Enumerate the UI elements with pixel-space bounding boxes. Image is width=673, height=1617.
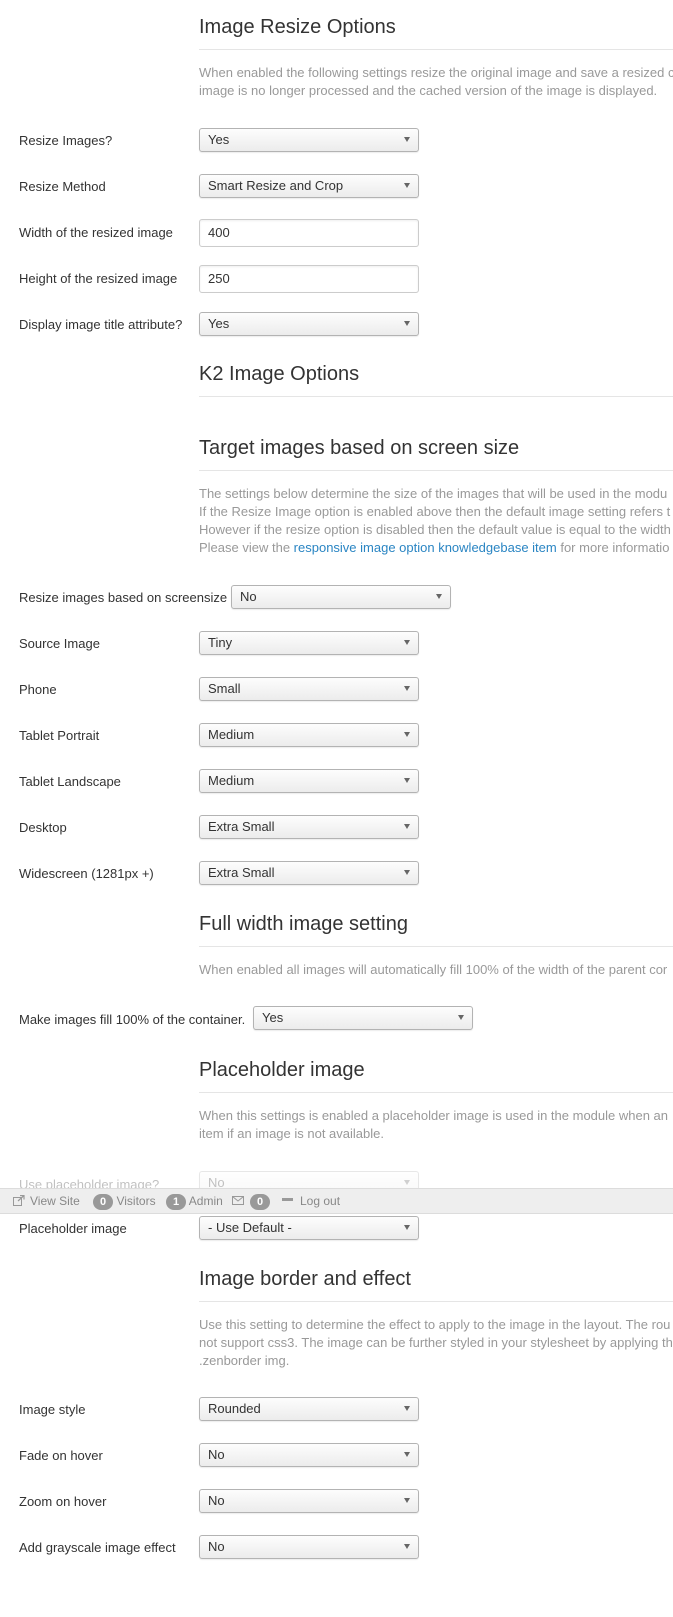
messages-indicator[interactable]: 0 [232, 1189, 271, 1213]
chevron-down-icon [404, 686, 410, 691]
tablet-portrait-select[interactable]: Medium [199, 723, 419, 747]
height-input[interactable]: 250 [199, 265, 419, 293]
section-title-border: Image border and effect [199, 1266, 673, 1302]
grayscale-label: Add grayscale image effect [19, 1540, 176, 1555]
section-title-resize: Image Resize Options [199, 14, 673, 50]
widescreen-select[interactable]: Extra Small [199, 861, 419, 885]
chevron-down-icon [404, 824, 410, 829]
chevron-down-icon [436, 594, 442, 599]
chevron-down-icon [404, 137, 410, 142]
source-image-select[interactable]: Tiny [199, 631, 419, 655]
chevron-down-icon [404, 640, 410, 645]
logout-link[interactable]: Log out [282, 1189, 340, 1213]
grayscale-select[interactable]: No [199, 1535, 419, 1559]
fill-container-select[interactable]: Yes [253, 1006, 473, 1030]
chevron-down-icon [404, 321, 410, 326]
phone-label: Phone [19, 682, 57, 697]
admin-count-badge: 1 [166, 1194, 187, 1210]
admin-indicator: 1 Admin [166, 1189, 223, 1213]
section-desc-screen: The settings below determine the size of… [199, 486, 671, 555]
fade-hover-select[interactable]: No [199, 1443, 419, 1467]
zoom-hover-select[interactable]: No [199, 1489, 419, 1513]
chevron-down-icon [404, 732, 410, 737]
source-image-label: Source Image [19, 636, 100, 651]
display-title-select[interactable]: Yes [199, 312, 419, 336]
tablet-landscape-select[interactable]: Medium [199, 769, 419, 793]
width-label: Width of the resized image [19, 225, 173, 240]
fill-container-label: Make images fill 100% of the container. [19, 1012, 246, 1027]
resize-images-label: Resize Images? [19, 133, 113, 148]
chevron-down-icon [404, 1406, 410, 1411]
placeholder-image-label: Placeholder image [19, 1221, 127, 1236]
section-desc-resize: When enabled the following settings resi… [199, 65, 673, 98]
fade-hover-label: Fade on hover [19, 1448, 103, 1463]
height-label: Height of the resized image [19, 271, 178, 286]
messages-count-badge: 0 [250, 1194, 271, 1210]
chevron-down-icon [404, 1180, 410, 1185]
chevron-down-icon [404, 870, 410, 875]
chevron-down-icon [404, 1544, 410, 1549]
envelope-icon [232, 1196, 244, 1205]
tablet-landscape-label: Tablet Landscape [19, 774, 121, 789]
placeholder-image-select[interactable]: - Use Default - [199, 1216, 419, 1240]
width-input[interactable]: 400 [199, 219, 419, 247]
view-site-link[interactable]: View Site [13, 1189, 80, 1213]
image-style-label: Image style [19, 1402, 86, 1417]
widescreen-label: Widescreen (1281px +) [19, 866, 154, 881]
external-link-icon [13, 1194, 25, 1206]
desktop-label: Desktop [19, 820, 67, 835]
chevron-down-icon [404, 1498, 410, 1503]
resize-method-label: Resize Method [19, 179, 106, 194]
chevron-down-icon [404, 1452, 410, 1457]
section-title-fullwidth: Full width image setting [199, 911, 673, 947]
chevron-down-icon [458, 1015, 464, 1020]
tablet-portrait-label: Tablet Portrait [19, 728, 100, 743]
section-title-placeholder: Placeholder image [199, 1057, 673, 1093]
resize-screensize-select[interactable]: No [231, 585, 451, 609]
visitors-indicator: 0 Visitors [93, 1189, 156, 1213]
admin-status-bar: View Site 0 Visitors 1 Admin 0 Log out [0, 1188, 673, 1214]
desktop-select[interactable]: Extra Small [199, 815, 419, 839]
section-desc-placeholder: When this settings is enabled a placehol… [199, 1108, 669, 1141]
chevron-down-icon [404, 1225, 410, 1230]
zoom-hover-label: Zoom on hover [19, 1494, 107, 1509]
section-title-k2: K2 Image Options [199, 361, 673, 397]
visitors-count-badge: 0 [93, 1194, 114, 1210]
phone-select[interactable]: Small [199, 677, 419, 701]
section-desc-border: Use this setting to determine the effect… [199, 1317, 673, 1368]
minus-icon [282, 1198, 293, 1201]
resize-screensize-label: Resize images based on screensize [19, 590, 228, 605]
section-title-screen: Target images based on screen size [199, 435, 673, 471]
image-style-select[interactable]: Rounded [199, 1397, 419, 1421]
knowledgebase-link[interactable]: responsive image option knowledgebase it… [294, 540, 557, 555]
section-desc-fullwidth: When enabled all images will automatical… [199, 962, 668, 977]
chevron-down-icon [404, 778, 410, 783]
chevron-down-icon [404, 183, 410, 188]
resize-method-select[interactable]: Smart Resize and Crop [199, 174, 419, 198]
resize-images-select[interactable]: Yes [199, 128, 419, 152]
display-title-label: Display image title attribute? [19, 317, 183, 332]
